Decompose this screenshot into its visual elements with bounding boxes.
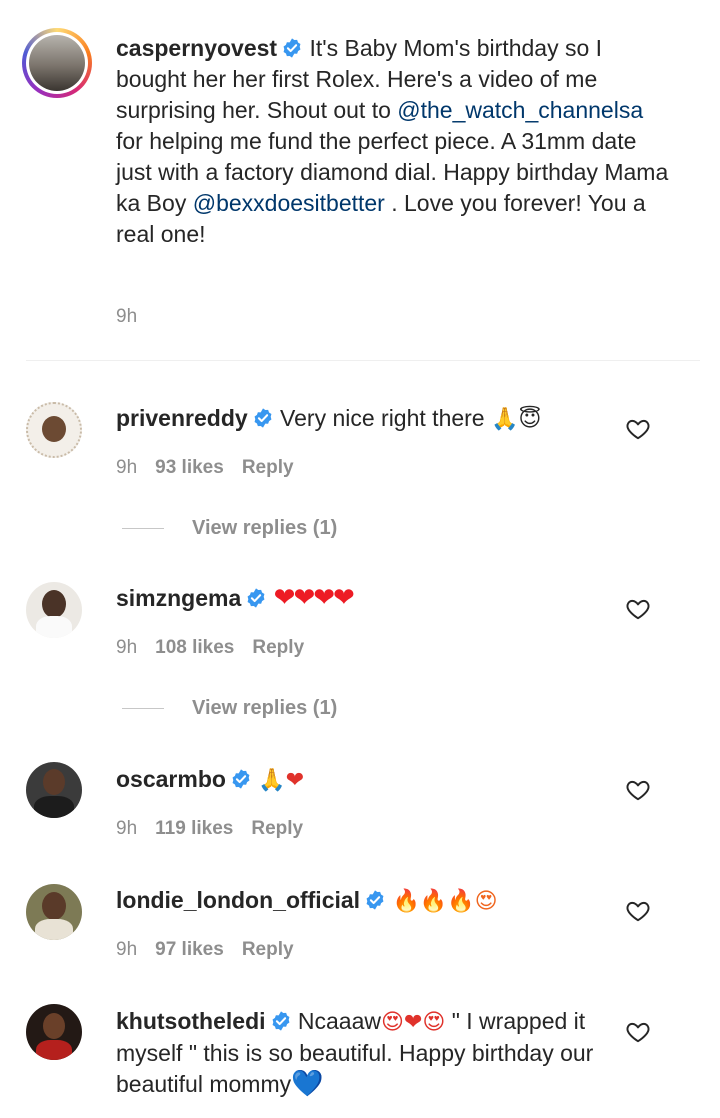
- heart-outline-icon[interactable]: [625, 777, 651, 803]
- comment-likes[interactable]: 93 likes: [155, 457, 224, 478]
- comment-time: 9h: [116, 818, 138, 839]
- caption-username[interactable]: caspernyovest: [116, 35, 277, 61]
- verified-badge-icon: [366, 890, 384, 910]
- comment-avatar[interactable]: [26, 762, 82, 818]
- comment-username[interactable]: simzngema: [116, 585, 241, 611]
- comment-meta: 9h 97 likes Reply: [116, 939, 312, 961]
- mention-link[interactable]: @the_watch_channelsa: [397, 97, 643, 123]
- comment-emojis: 💙: [291, 1069, 324, 1099]
- comment-likes[interactable]: 119 likes: [155, 818, 233, 839]
- comment-username[interactable]: privenreddy: [116, 405, 248, 431]
- comment-text: privenreddy Very nice right there 🙏😇: [116, 403, 616, 435]
- reply-button[interactable]: Reply: [242, 457, 294, 478]
- view-replies-label: View replies (1): [192, 697, 338, 719]
- comment-text: oscarmbo 🙏❤: [116, 764, 616, 796]
- heart-outline-icon[interactable]: [625, 596, 651, 622]
- comment-avatar[interactable]: [26, 402, 82, 458]
- comment-avatar[interactable]: [26, 884, 82, 940]
- heart-outline-icon[interactable]: [625, 416, 651, 442]
- comment-meta: 9h 119 likes Reply: [116, 818, 321, 840]
- comment-likes[interactable]: 97 likes: [155, 939, 224, 960]
- comment-avatar[interactable]: [26, 1004, 82, 1060]
- comment-emojis: 🔥🔥🔥😍: [392, 889, 498, 914]
- caption-text: caspernyovest It's Baby Mom's birthday s…: [116, 33, 676, 250]
- verified-badge-icon: [272, 1011, 289, 1031]
- comment-emojis: 🙏😇: [491, 407, 542, 432]
- comment-time: 9h: [116, 637, 138, 658]
- comment-time: 9h: [116, 939, 138, 960]
- comment-time: 9h: [116, 457, 138, 478]
- comment-emojis: 😍❤😍: [381, 1010, 446, 1035]
- comment-text: khutsotheledi Ncaaaw😍❤😍 " I wrapped it m…: [116, 1006, 616, 1100]
- comment-emojis: 🙏❤: [258, 768, 305, 793]
- comment-body: Ncaaaw: [297, 1008, 382, 1034]
- comment-username[interactable]: khutsotheledi: [116, 1008, 266, 1034]
- reply-button[interactable]: Reply: [251, 818, 303, 839]
- verified-badge-icon: [232, 769, 250, 789]
- verified-badge-icon: [254, 408, 272, 428]
- caption-avatar[interactable]: [22, 28, 92, 98]
- divider: [26, 360, 700, 361]
- comment-body: Very nice right there: [280, 405, 485, 431]
- comment-emojis: ❤❤❤❤: [273, 583, 355, 613]
- comment-text: londie_london_official 🔥🔥🔥😍: [116, 885, 616, 917]
- mention-link[interactable]: @bexxdoesitbetter: [193, 190, 385, 216]
- verified-badge-icon: [247, 588, 265, 608]
- comment-avatar[interactable]: [26, 582, 82, 638]
- view-replies-label: View replies (1): [192, 517, 338, 539]
- heart-outline-icon[interactable]: [625, 1019, 651, 1045]
- divider-line: [122, 708, 164, 710]
- comment-meta: 9h 93 likes Reply: [116, 457, 312, 479]
- verified-badge-icon: [283, 38, 301, 58]
- reply-button[interactable]: Reply: [242, 939, 294, 960]
- comment-username[interactable]: londie_london_official: [116, 887, 360, 913]
- comment-username[interactable]: oscarmbo: [116, 766, 226, 792]
- comment-likes[interactable]: 108 likes: [155, 637, 234, 658]
- caption-time: 9h: [116, 306, 138, 327]
- view-replies-button[interactable]: View replies (1): [122, 697, 337, 720]
- view-replies-button[interactable]: View replies (1): [122, 517, 337, 540]
- divider-line: [122, 528, 164, 530]
- reply-button[interactable]: Reply: [252, 637, 304, 658]
- comment-text: simzngema ❤❤❤❤: [116, 583, 616, 614]
- heart-outline-icon[interactable]: [625, 898, 651, 924]
- comment-meta: 9h 108 likes Reply: [116, 637, 322, 659]
